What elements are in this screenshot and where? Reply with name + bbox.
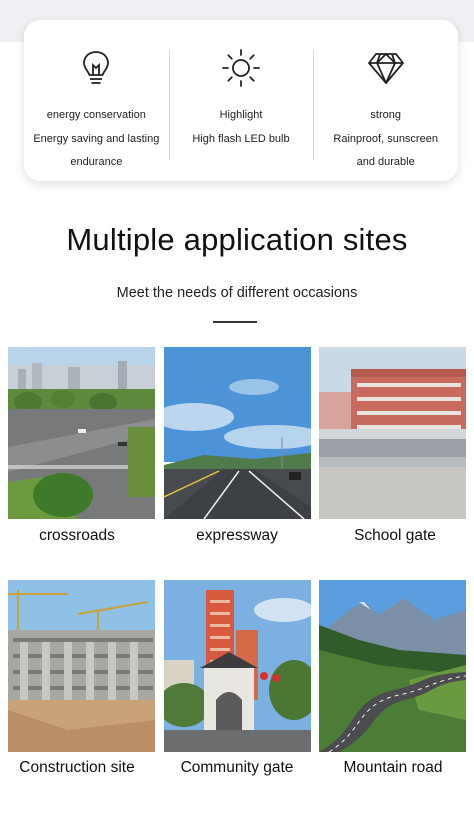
construction-site-image	[8, 580, 155, 752]
site-label-crossroads: crossroads	[39, 527, 115, 544]
feature-strong: strong Rainproof, sunscreen and durable	[313, 20, 458, 181]
crossroads-image	[8, 347, 155, 519]
feature-highlight: Highlight High flash LED bulb	[168, 20, 314, 181]
site-label-expressway: expressway	[196, 527, 278, 544]
diamond-icon	[366, 48, 406, 88]
site-label-community-gate: Community gate	[180, 759, 294, 776]
feature-description: High flash LED bulb	[192, 133, 290, 145]
feature-description: Rainproof, sunscreen and durable	[333, 133, 438, 168]
section-title: Multiple application sites	[66, 222, 408, 257]
mountain-road-image	[319, 580, 466, 752]
feature-title: energy conservation	[46, 109, 146, 121]
feature-energy-conservation: energy conservation Energy saving and la…	[24, 20, 169, 181]
site-label-mountain-road: Mountain road	[343, 759, 443, 776]
bulb-icon	[76, 48, 116, 88]
community-gate-image	[164, 580, 311, 752]
site-label-school-gate: School gate	[354, 527, 436, 544]
feature-card: energy conservation Energy saving and la…	[24, 20, 458, 181]
site-label-construction-site: Construction site	[19, 759, 135, 776]
feature-title: Highlight	[219, 109, 263, 121]
expressway-image	[164, 347, 311, 519]
sun-icon	[221, 48, 261, 88]
title-divider	[213, 321, 257, 323]
feature-description: Energy saving and lasting endurance	[33, 133, 160, 168]
section-subtitle: Meet the needs of different occasions	[116, 285, 358, 301]
school-gate-image	[319, 347, 466, 519]
feature-title: strong	[370, 109, 401, 121]
